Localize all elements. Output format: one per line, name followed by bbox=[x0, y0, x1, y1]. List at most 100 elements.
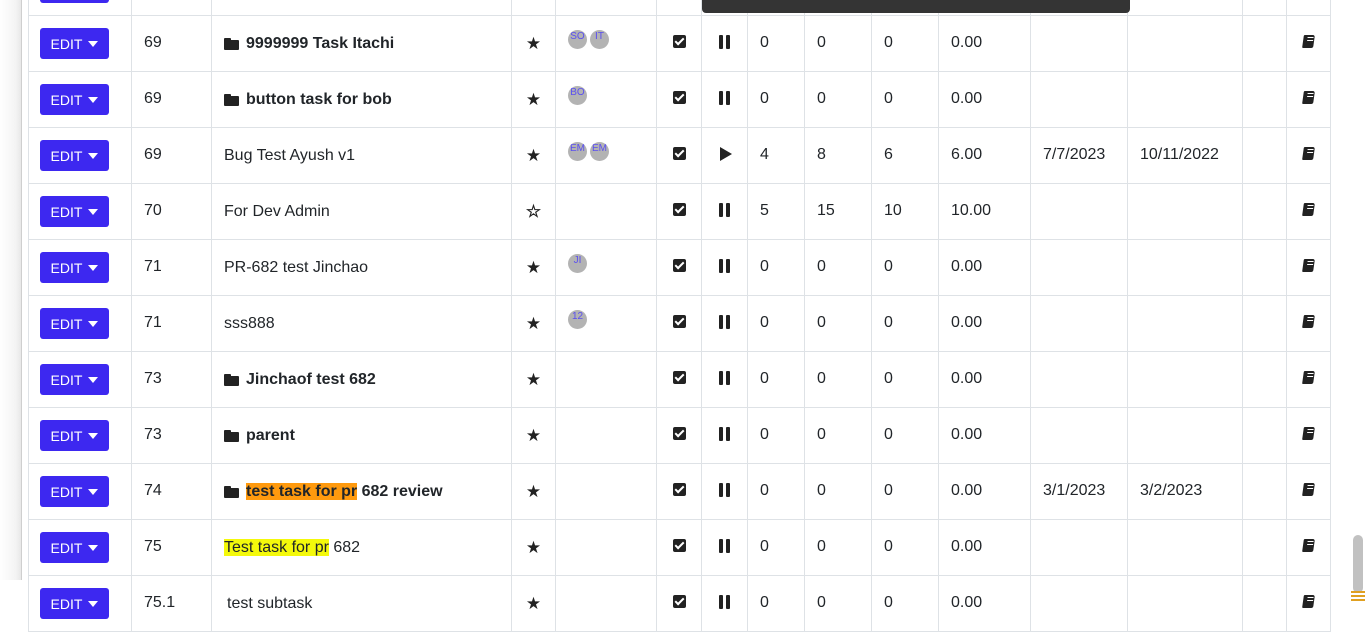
avatar[interactable]: BO bbox=[568, 86, 587, 105]
star-icon[interactable]: ★ bbox=[526, 315, 541, 332]
star-icon[interactable]: ★ bbox=[526, 35, 541, 52]
star-half-icon[interactable]: ☆ bbox=[526, 203, 541, 220]
book-icon[interactable] bbox=[1302, 259, 1315, 272]
avatar[interactable]: EM bbox=[590, 142, 609, 161]
task-title-cell[interactable]: Bug Test Ayush v1 bbox=[211, 127, 512, 184]
star-icon[interactable]: ★ bbox=[526, 259, 541, 276]
task-title[interactable]: For Dev Admin bbox=[213, 185, 511, 222]
checkbox-icon[interactable] bbox=[672, 91, 686, 104]
task-title[interactable]: Bug Test Ayush v1 bbox=[213, 129, 511, 166]
book-icon[interactable] bbox=[1302, 371, 1315, 384]
task-title-cell[interactable]: sss888 bbox=[211, 295, 512, 352]
book-icon[interactable] bbox=[1302, 427, 1315, 440]
book-icon[interactable] bbox=[1302, 595, 1315, 608]
value-c3: 0 bbox=[884, 370, 893, 387]
checkbox-icon[interactable] bbox=[672, 595, 686, 608]
task-title-cell[interactable]: Jinchaof test 682 bbox=[211, 351, 512, 408]
pause-icon[interactable] bbox=[719, 539, 730, 553]
task-title[interactable]: button task for bob bbox=[213, 73, 511, 110]
avatar[interactable]: 12 bbox=[568, 310, 587, 329]
value-cell-c3: 0 bbox=[871, 407, 939, 464]
checkbox-icon[interactable] bbox=[672, 539, 686, 552]
task-title[interactable]: Jinchaof test 682 bbox=[213, 353, 511, 390]
task-title-cell[interactable]: button task for bob bbox=[211, 71, 512, 128]
edit-button[interactable]: EDIT bbox=[40, 476, 109, 507]
task-title-cell[interactable]: parent bbox=[211, 407, 512, 464]
pause-icon[interactable] bbox=[719, 35, 730, 49]
pause-icon[interactable] bbox=[719, 203, 730, 217]
pause-icon[interactable] bbox=[719, 427, 730, 441]
edit-button[interactable]: EDIT bbox=[40, 364, 109, 395]
star-icon[interactable]: ★ bbox=[526, 371, 541, 388]
star-icon[interactable]: ★ bbox=[526, 595, 541, 612]
edit-button[interactable]: EDIT bbox=[40, 140, 109, 171]
star-icon[interactable]: ★ bbox=[526, 147, 541, 164]
value-cell-c3: 0 bbox=[871, 295, 939, 352]
edit-button[interactable]: EDIT bbox=[40, 196, 109, 227]
book-icon[interactable] bbox=[1302, 35, 1315, 48]
edit-button[interactable]: EDIT bbox=[40, 420, 109, 451]
avatar[interactable]: IT bbox=[590, 30, 609, 49]
pause-icon[interactable] bbox=[719, 483, 730, 497]
checkbox-icon[interactable] bbox=[672, 35, 686, 48]
task-title-cell[interactable]: Test task for pr 682 bbox=[211, 519, 512, 576]
task-title[interactable]: sss888 bbox=[213, 297, 511, 334]
checkbox-icon[interactable] bbox=[672, 147, 686, 160]
task-title-cell[interactable]: test subtask bbox=[211, 575, 512, 632]
book-icon[interactable] bbox=[1302, 539, 1315, 552]
caret-down-icon bbox=[88, 433, 99, 439]
task-title[interactable]: 9999999 Task Itachi bbox=[213, 17, 511, 54]
task-title-text: test subtask bbox=[227, 595, 313, 612]
edit-button[interactable]: EDIT bbox=[40, 28, 109, 59]
caret-down-icon bbox=[88, 321, 99, 327]
pause-icon[interactable] bbox=[719, 371, 730, 385]
drag-handle-icon[interactable] bbox=[1351, 591, 1365, 601]
priority-cell: ★ bbox=[511, 239, 556, 296]
edit-button-partial[interactable] bbox=[40, 0, 109, 3]
end-date bbox=[1129, 185, 1242, 203]
checkbox-icon[interactable] bbox=[672, 259, 686, 272]
edit-button[interactable]: EDIT bbox=[40, 588, 109, 619]
book-icon[interactable] bbox=[1302, 91, 1315, 104]
task-title-cell[interactable]: PR-682 test Jinchao bbox=[211, 239, 512, 296]
star-icon[interactable]: ★ bbox=[526, 539, 541, 556]
value-c1: 0 bbox=[760, 482, 769, 499]
avatar[interactable]: EM bbox=[568, 142, 587, 161]
task-title[interactable]: parent bbox=[213, 409, 511, 446]
avatar[interactable]: JI bbox=[568, 254, 587, 273]
checkbox-icon[interactable] bbox=[672, 203, 686, 216]
pause-icon[interactable] bbox=[719, 91, 730, 105]
checkbox-icon[interactable] bbox=[672, 371, 686, 384]
pause-icon[interactable] bbox=[719, 259, 730, 273]
task-title[interactable]: test task for pr 682 review bbox=[213, 465, 511, 502]
task-title[interactable]: test subtask bbox=[213, 577, 511, 614]
end-date-cell bbox=[1127, 519, 1243, 576]
task-title-cell[interactable]: For Dev Admin bbox=[211, 183, 512, 240]
task-title[interactable]: PR-682 test Jinchao bbox=[213, 241, 511, 278]
play-icon[interactable] bbox=[719, 147, 732, 161]
scrollbar-thumb[interactable] bbox=[1353, 535, 1363, 593]
book-icon[interactable] bbox=[1302, 315, 1315, 328]
checkbox-icon[interactable] bbox=[672, 427, 686, 440]
pause-icon[interactable] bbox=[719, 315, 730, 329]
star-icon[interactable]: ★ bbox=[526, 483, 541, 500]
task-title[interactable]: Test task for pr 682 bbox=[213, 521, 511, 558]
assignee-list bbox=[557, 521, 656, 535]
task-title-cell[interactable]: 9999999 Task Itachi bbox=[211, 15, 512, 72]
book-icon[interactable] bbox=[1302, 483, 1315, 496]
book-icon[interactable] bbox=[1302, 203, 1315, 216]
star-icon[interactable]: ★ bbox=[526, 427, 541, 444]
end-date: 3/2/2023 bbox=[1140, 482, 1203, 499]
avatar[interactable]: SO bbox=[568, 30, 587, 49]
edit-button[interactable]: EDIT bbox=[40, 308, 109, 339]
checkbox-icon[interactable] bbox=[672, 483, 686, 496]
edit-button[interactable]: EDIT bbox=[40, 84, 109, 115]
edit-button[interactable]: EDIT bbox=[40, 252, 109, 283]
book-icon[interactable] bbox=[1302, 147, 1315, 160]
pause-icon[interactable] bbox=[719, 595, 730, 609]
checkbox-icon[interactable] bbox=[672, 315, 686, 328]
value-c4: 0.00 bbox=[951, 594, 983, 611]
edit-button[interactable]: EDIT bbox=[40, 532, 109, 563]
star-icon[interactable]: ★ bbox=[526, 91, 541, 108]
task-title-cell[interactable]: test task for pr 682 review bbox=[211, 463, 512, 520]
